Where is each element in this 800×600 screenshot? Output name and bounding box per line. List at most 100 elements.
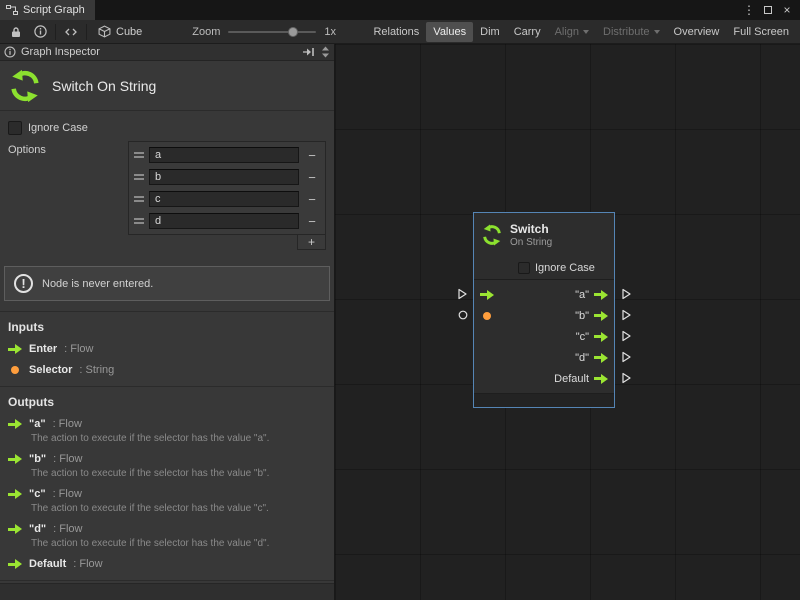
options-list: a − b − c − <box>128 141 326 235</box>
port-type: : Flow <box>53 523 82 535</box>
graph-owner-label: Cube <box>116 26 142 38</box>
graph-owner-selector[interactable]: Cube <box>90 25 150 38</box>
port-description: The action to execute if the selector ha… <box>31 433 326 444</box>
info-icon[interactable] <box>28 22 52 42</box>
ignore-case-checkbox[interactable] <box>8 121 22 135</box>
port-type: : Flow <box>73 558 102 570</box>
add-option-button[interactable]: + <box>297 235 326 250</box>
flow-arrow-icon <box>8 489 22 499</box>
node-port-row: "a" <box>474 284 614 305</box>
window-titlebar: Script Graph ⋮ × <box>0 0 800 20</box>
node-ports: "a" "b" "c" "d" Default <box>474 280 614 393</box>
window-menu-icon[interactable]: ⋮ <box>741 2 757 18</box>
option-field[interactable]: c <box>149 191 299 207</box>
output-connection-port-icon[interactable] <box>620 351 632 363</box>
switch-on-string-node[interactable]: Switch On String Ignore Case "a" "b" <box>473 212 615 408</box>
zoom-slider-knob[interactable] <box>288 27 298 37</box>
flow-arrow-icon <box>8 559 22 569</box>
option-field[interactable]: b <box>149 169 299 185</box>
ignore-case-row: Ignore Case <box>8 121 326 135</box>
port-name: "a" <box>29 418 46 430</box>
output-flow-port-icon[interactable] <box>594 332 608 342</box>
zoom-control: Zoom 1x <box>192 26 336 38</box>
outputs-header: Outputs <box>8 395 326 409</box>
unit-title-row: Switch On String <box>0 61 334 111</box>
remove-option-button[interactable]: − <box>304 215 320 228</box>
relations-button[interactable]: Relations <box>366 22 426 42</box>
graph-inspector-panel: Graph Inspector Switch On String Ignore … <box>0 44 335 600</box>
ignore-case-label: Ignore Case <box>28 122 88 134</box>
output-flow-port-icon[interactable] <box>594 353 608 363</box>
node-ignore-case-row: Ignore Case <box>474 257 614 279</box>
graph-canvas[interactable]: Switch On String Ignore Case "a" "b" <box>335 44 800 600</box>
inspector-footer <box>0 583 334 600</box>
toolbar-separator <box>55 24 56 40</box>
node-port-row: Default <box>474 368 614 389</box>
selector-connection-port-icon[interactable] <box>458 310 470 322</box>
enter-connection-port-icon[interactable] <box>456 288 468 300</box>
option-item: b − <box>131 166 323 188</box>
flow-arrow-icon <box>8 524 22 534</box>
port-name: Enter <box>29 343 57 355</box>
output-flow-port-icon[interactable] <box>594 311 608 321</box>
dim-button[interactable]: Dim <box>473 22 507 42</box>
port-type: : Flow <box>53 488 82 500</box>
port-label: "c" <box>576 331 589 343</box>
warning-text: Node is never entered. <box>42 278 153 290</box>
inspector-header-title: Graph Inspector <box>21 46 100 58</box>
lock-icon[interactable] <box>4 22 28 42</box>
output-connection-port-icon[interactable] <box>620 330 632 342</box>
zoom-slider[interactable] <box>228 31 316 33</box>
align-button[interactable]: Align <box>548 22 596 42</box>
option-field[interactable]: d <box>149 213 299 229</box>
selector-value-port-icon[interactable] <box>483 312 491 320</box>
drag-handle-icon[interactable] <box>134 196 144 202</box>
toolbar-separator <box>86 24 87 40</box>
port-label: "a" <box>575 289 589 301</box>
output-connection-port-icon[interactable] <box>620 372 632 384</box>
port-name: "d" <box>29 523 46 535</box>
scroll-arrows-icon[interactable] <box>321 46 330 58</box>
output-connection-port-icon[interactable] <box>620 309 632 321</box>
port-name: "b" <box>29 453 46 465</box>
distribute-button[interactable]: Distribute <box>596 22 666 42</box>
value-port-icon <box>11 366 19 374</box>
port-type: : Flow <box>53 453 82 465</box>
close-icon[interactable]: × <box>779 2 795 18</box>
remove-option-button[interactable]: − <box>304 193 320 206</box>
node-title: Switch <box>510 222 552 236</box>
drag-handle-icon[interactable] <box>134 174 144 180</box>
output-connection-port-icon[interactable] <box>620 288 632 300</box>
values-button[interactable]: Values <box>426 22 473 42</box>
align-label: Align <box>555 26 579 38</box>
node-ignore-case-checkbox[interactable] <box>518 262 530 274</box>
maximize-box <box>764 6 772 14</box>
output-flow-port-icon[interactable] <box>594 290 608 300</box>
carry-button[interactable]: Carry <box>507 22 548 42</box>
output-port-item: "d" : Flow <box>8 523 326 535</box>
maximize-icon[interactable] <box>760 2 776 18</box>
dock-sidebar-icon[interactable] <box>302 47 315 57</box>
port-name: Selector <box>29 364 72 376</box>
tab-script-graph[interactable]: Script Graph <box>0 0 95 20</box>
remove-option-button[interactable]: − <box>304 171 320 184</box>
output-port-item: "b" : Flow <box>8 453 326 465</box>
code-icon[interactable] <box>59 22 83 42</box>
overview-button[interactable]: Overview <box>667 22 727 42</box>
output-port-item: "c" : Flow <box>8 488 326 500</box>
port-description: The action to execute if the selector ha… <box>31 538 326 549</box>
option-field[interactable]: a <box>149 147 299 163</box>
option-item: a − <box>131 144 323 166</box>
drag-handle-icon[interactable] <box>134 152 144 158</box>
remove-option-button[interactable]: − <box>304 149 320 162</box>
node-port-row: "c" <box>474 326 614 347</box>
fullscreen-button[interactable]: Full Screen <box>726 22 796 42</box>
enter-flow-port-icon[interactable] <box>480 290 494 300</box>
distribute-label: Distribute <box>603 26 649 38</box>
inputs-header: Inputs <box>8 320 326 334</box>
port-label: "d" <box>575 352 589 364</box>
options-label: Options <box>8 141 128 250</box>
output-flow-port-icon[interactable] <box>594 374 608 384</box>
port-name: Default <box>29 558 66 570</box>
drag-handle-icon[interactable] <box>134 218 144 224</box>
